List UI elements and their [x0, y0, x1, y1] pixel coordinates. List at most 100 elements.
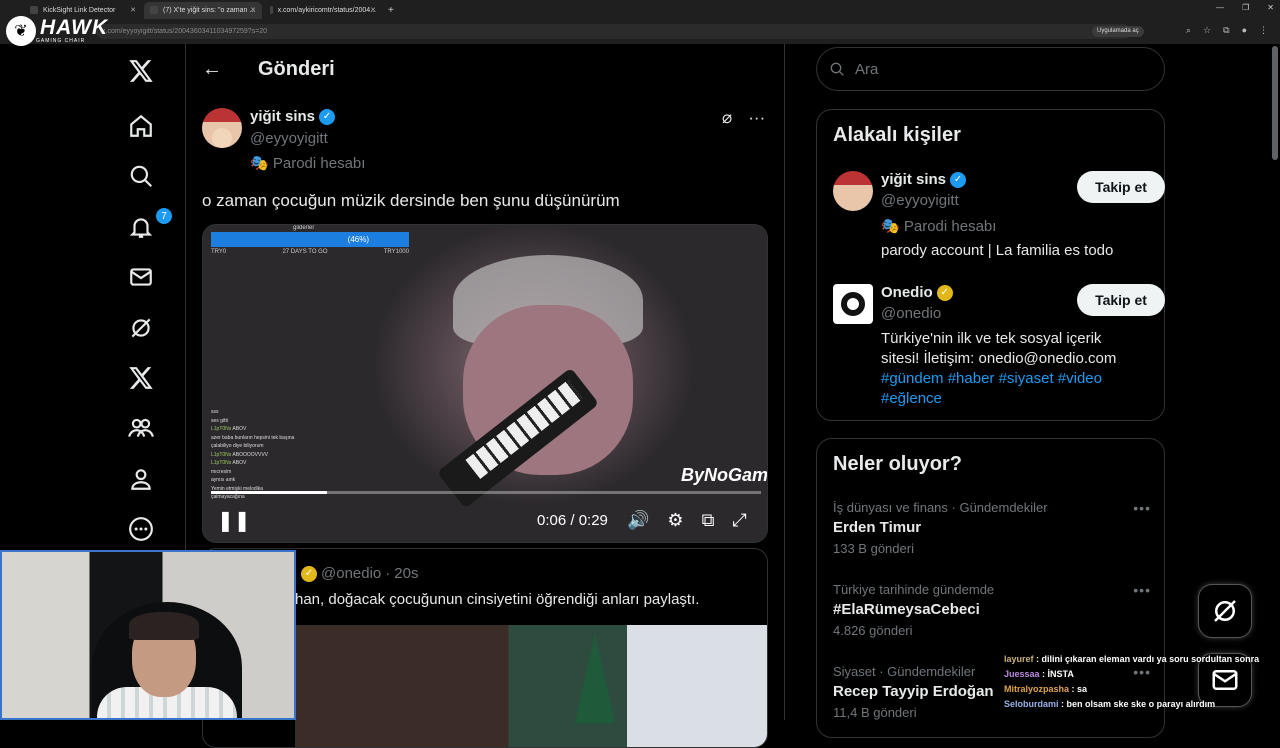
- post-header-actions: ⌀ ···: [722, 108, 765, 128]
- video-progress-fill: [211, 491, 327, 494]
- new-tab-icon[interactable]: +: [388, 5, 394, 16]
- parody-text: Parodi hesabı: [272, 155, 366, 172]
- person-avatar[interactable]: [833, 284, 873, 324]
- post-author-avatar[interactable]: [202, 108, 242, 148]
- video-chat-line: sss: [211, 409, 219, 415]
- trend-more-icon[interactable]: •••: [1133, 582, 1151, 598]
- video-control-icons: 🔊 ⚙ ⧉ ⤢: [627, 510, 747, 531]
- tab-label: x.com/aykiricomtr/status/2004...: [277, 6, 376, 14]
- page-title: Gönderi: [258, 58, 335, 80]
- streamer-webcam: [0, 550, 296, 720]
- page-scrollbar[interactable]: [1272, 46, 1278, 160]
- related-people-card: Alakalı kişiler yiğit sins ✓ @eyyoyigitt …: [816, 109, 1165, 421]
- notification-count-badge: 7: [156, 208, 172, 224]
- maximize-icon[interactable]: ❐: [1242, 3, 1249, 12]
- zoom-icon[interactable]: ⌕: [1186, 25, 1191, 36]
- pause-icon[interactable]: ❚❚: [217, 508, 251, 533]
- hud-goal-bar: (46%): [211, 232, 409, 247]
- mail-icon[interactable]: [126, 262, 156, 292]
- tab-favicon: [30, 6, 38, 14]
- open-in-app-button[interactable]: Uygulamada aç: [1092, 26, 1144, 37]
- trend-count: 4.826 gönderi: [833, 623, 913, 638]
- post-author-name[interactable]: yiğit sins ✓: [250, 108, 336, 125]
- fullscreen-icon[interactable]: ⤢: [732, 510, 746, 531]
- stream-chat-line: Seloburdami : ben olsam ske ske o parayı…: [1004, 699, 1216, 709]
- bell-icon[interactable]: 7: [126, 208, 172, 242]
- video-player[interactable]: gilderler (46%) TRY0 27 DAYS TO GO TRY10…: [202, 224, 768, 543]
- extensions-icon[interactable]: ⧉: [1223, 25, 1229, 36]
- video-chat-line: azer baba bunların hepsini tek başına: [211, 434, 295, 441]
- person-name[interactable]: Onedio ✓: [881, 284, 953, 301]
- bookmark-star-icon[interactable]: ☆: [1203, 25, 1211, 36]
- communities-icon[interactable]: [126, 413, 156, 443]
- stream-chat-overlay: layuref : dilini çıkaran eleman vardı ya…: [1004, 652, 1259, 712]
- post-author-handle[interactable]: @eyyoyigitt: [250, 130, 328, 147]
- trend-name: Erden Timur: [833, 519, 922, 536]
- person-hashtags[interactable]: #gündem #haber #siyaset #video: [881, 370, 1102, 387]
- video-chat-overlay: sss ses gitti L1pT0Ns ABOV azer baba bun…: [211, 408, 294, 502]
- person-hashtag[interactable]: #eğlence: [881, 390, 942, 407]
- video-chat-line: L1pT0Ns ABOV: [211, 460, 247, 466]
- tab-close-icon[interactable]: ✕: [250, 6, 256, 14]
- browser-menu-icon[interactable]: ⋮: [1259, 25, 1268, 36]
- close-window-icon[interactable]: ✕: [1267, 3, 1274, 12]
- person-name[interactable]: yiğit sins ✓: [881, 171, 967, 188]
- video-progress-bar[interactable]: [211, 491, 761, 494]
- minimize-icon[interactable]: —: [1216, 3, 1224, 12]
- follow-button[interactable]: Takip et: [1077, 284, 1165, 316]
- grok-icon[interactable]: ⌀: [722, 108, 732, 128]
- hud-goal-row: TRY0 27 DAYS TO GO TRY1000: [211, 249, 409, 255]
- search-placeholder: Ara: [855, 60, 879, 78]
- browser-toolbar-icons: ⌕ ☆ ⧉ ● ⋮: [1186, 25, 1268, 36]
- trend-name: #ElaRümeysaCebeci: [833, 601, 980, 618]
- trend-item[interactable]: Türkiye tarihinde gündemde #ElaRümeysaCe…: [833, 582, 1151, 638]
- more-icon[interactable]: [126, 514, 156, 544]
- grok-float-button[interactable]: [1198, 584, 1252, 638]
- person-avatar[interactable]: [833, 171, 873, 211]
- verified-gold-badge-icon: ✓: [301, 565, 317, 582]
- quoted-image[interactable]: [295, 625, 767, 747]
- search-icon[interactable]: [126, 161, 156, 191]
- post-text: o zaman çocuğun müzik dersinde ben şunu …: [202, 191, 620, 210]
- search-input[interactable]: Ara: [816, 47, 1165, 91]
- video-chat-line: çalabiliyo diye biliyorum: [211, 443, 264, 449]
- hud-left: TRY0: [211, 249, 227, 255]
- more-options-icon[interactable]: ···: [748, 108, 765, 128]
- picture-in-picture-icon[interactable]: ⧉: [702, 510, 715, 531]
- video-chat-line: çalmayacağına: [211, 494, 245, 500]
- x-premium-icon[interactable]: [126, 363, 156, 393]
- volume-icon[interactable]: 🔊: [627, 510, 649, 531]
- video-controls: ❚❚ 0:06 / 0:29 🔊 ⚙ ⧉ ⤢: [203, 506, 767, 534]
- stream-chat-line: Mitralyozpasha : sa: [1004, 684, 1088, 694]
- home-icon[interactable]: [126, 111, 156, 141]
- profile-avatar-icon[interactable]: ●: [1242, 25, 1247, 36]
- back-arrow-icon[interactable]: ←: [202, 58, 222, 81]
- webcam-hair: [129, 612, 199, 640]
- trends-title: Neler oluyor?: [833, 453, 962, 475]
- trend-more-icon[interactable]: •••: [1133, 500, 1151, 516]
- verified-gold-badge-icon: ✓: [936, 284, 953, 301]
- settings-gear-icon[interactable]: ⚙: [667, 510, 683, 531]
- browser-chrome: KickSight Link Detector ✕ (7) X'te yiğit …: [0, 0, 1280, 44]
- hawk-logo-icon: ❦: [6, 16, 36, 46]
- hud-right: TRY1000: [383, 249, 409, 255]
- stream-chat-line: Juessaa : İNSTA: [1004, 669, 1074, 679]
- tab-bar: KickSight Link Detector ✕ (7) X'te yiğit …: [0, 0, 1280, 20]
- trend-item[interactable]: İş dünyası ve finans · Gündemdekiler Erd…: [833, 500, 1151, 556]
- address-bar[interactable]: x.com/eyyoyigitt/status/2004360341103497…: [96, 24, 1131, 39]
- browser-tab-active-post[interactable]: (7) X'te yiğit sins: "o zaman ... ✕: [144, 1, 262, 19]
- x-logo-icon[interactable]: [126, 56, 156, 86]
- quoted-separator: ·: [385, 565, 391, 582]
- tab-close-icon[interactable]: ✕: [130, 6, 136, 14]
- person-bio-line: sitesi! İletişim: onedio@onedio.com: [881, 350, 1117, 367]
- tab-close-icon[interactable]: ✕: [370, 6, 376, 14]
- profile-icon[interactable]: [126, 464, 156, 494]
- grok-icon[interactable]: [126, 313, 156, 343]
- video-watermark: ByNoGame: [681, 465, 768, 485]
- parody-mask-icon: 🎭: [881, 218, 904, 235]
- tab-label: KickSight Link Detector: [43, 6, 116, 14]
- video-chat-line: ses gitti: [211, 417, 228, 424]
- follow-button[interactable]: Takip et: [1077, 171, 1165, 203]
- person-bio: parody account | La familia es todo: [881, 242, 1114, 259]
- browser-tab-aykiri[interactable]: x.com/aykiricomtr/status/2004... ✕: [264, 2, 382, 19]
